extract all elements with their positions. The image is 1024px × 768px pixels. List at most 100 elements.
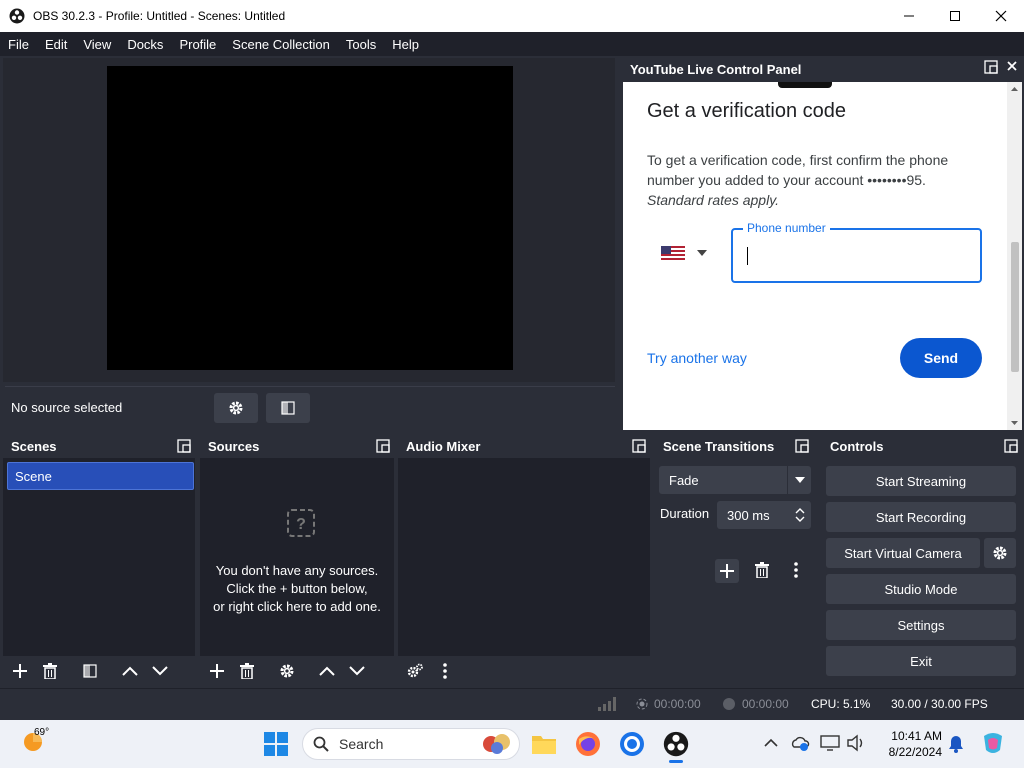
page-top-bar [778, 82, 832, 88]
chevron-up-icon[interactable] [764, 738, 778, 748]
remove-scene-button[interactable] [39, 660, 61, 682]
taskbar-firefox[interactable] [574, 730, 602, 758]
no-source-label: No source selected [11, 400, 123, 415]
spin-down-icon[interactable] [795, 515, 805, 523]
remove-transition-button[interactable] [751, 559, 773, 581]
studio-mode-button[interactable]: Studio Mode [826, 574, 1016, 604]
float-dock-icon[interactable] [984, 60, 998, 74]
move-source-up-button[interactable] [316, 660, 338, 682]
add-scene-button[interactable] [9, 660, 31, 682]
program-preview[interactable] [107, 66, 513, 370]
transition-selected-value: Fade [669, 472, 699, 488]
menu-view[interactable]: View [75, 37, 119, 52]
add-source-button[interactable] [206, 660, 228, 682]
duration-spin-buttons[interactable] [789, 501, 811, 529]
active-app-indicator [669, 760, 683, 763]
duration-spinbox[interactable]: 300 ms [717, 501, 811, 529]
weather-widget[interactable]: 69° [20, 727, 49, 757]
try-another-way-link[interactable]: Try another way [647, 350, 747, 366]
float-dock-icon[interactable] [795, 439, 809, 453]
menu-tools[interactable]: Tools [338, 37, 384, 52]
menu-edit[interactable]: Edit [37, 37, 75, 52]
audio-mixer-dock: Audio Mixer [398, 434, 650, 686]
transition-dropdown-arrow[interactable] [787, 466, 811, 494]
trash-icon [43, 663, 57, 679]
source-filters-button[interactable] [266, 392, 310, 423]
clock-date: 8/22/2024 [888, 745, 942, 759]
move-scene-up-button[interactable] [119, 660, 141, 682]
float-dock-icon[interactable] [1004, 439, 1018, 453]
settings-button[interactable]: Settings [826, 610, 1016, 640]
windows-start-icon[interactable] [264, 732, 288, 756]
send-button[interactable]: Send [900, 338, 982, 378]
copilot-icon[interactable] [980, 730, 1006, 756]
youtube-panel-header: YouTube Live Control Panel [622, 56, 1022, 82]
taskbar-file-explorer[interactable] [530, 730, 558, 758]
close-button[interactable] [978, 0, 1024, 32]
taskbar-chrome[interactable] [618, 730, 646, 758]
menu-help[interactable]: Help [384, 37, 427, 52]
float-dock-icon[interactable] [376, 439, 390, 453]
folder-icon [532, 736, 556, 754]
move-source-down-button[interactable] [346, 660, 368, 682]
text-caret [747, 247, 748, 265]
start-virtual-camera-button[interactable]: Start Virtual Camera [826, 538, 980, 568]
onedrive-sync-icon[interactable] [790, 733, 810, 753]
youtube-control-panel-dock: YouTube Live Control Panel Get a verific… [622, 56, 1022, 432]
source-properties-button[interactable] [214, 392, 258, 423]
stream-icon [636, 698, 648, 710]
start-streaming-button[interactable]: Start Streaming [826, 466, 1016, 496]
scroll-up-icon[interactable] [1007, 84, 1022, 94]
network-icon[interactable] [820, 734, 840, 752]
exit-button[interactable]: Exit [826, 646, 1016, 676]
menu-docks[interactable]: Docks [119, 37, 171, 52]
menu-file[interactable]: File [0, 37, 37, 52]
move-scene-down-button[interactable] [149, 660, 171, 682]
trash-icon [240, 663, 254, 679]
taskbar-obs[interactable] [662, 730, 690, 763]
menu-profile[interactable]: Profile [171, 37, 224, 52]
transition-select[interactable]: Fade [659, 466, 811, 494]
chevron-down-icon [349, 666, 365, 676]
close-dock-icon[interactable] [1006, 60, 1018, 72]
spin-up-icon[interactable] [795, 507, 805, 515]
filter-icon [83, 664, 97, 678]
sources-dock-title: Sources [200, 434, 394, 458]
scene-transitions-dock: Scene Transitions Fade Duration 300 ms [655, 434, 813, 686]
trash-icon [755, 562, 769, 578]
firefox-icon [576, 732, 600, 756]
menu-scene-collection[interactable]: Scene Collection [224, 37, 338, 52]
stream-status: 00:00:00 [636, 697, 701, 711]
start-recording-button[interactable]: Start Recording [826, 502, 1016, 532]
taskbar-search[interactable]: Search [302, 728, 520, 760]
advanced-audio-properties-button[interactable] [404, 660, 426, 682]
scenes-dock-title: Scenes [3, 434, 195, 458]
signal-strength-icon [598, 697, 616, 711]
scrollbar-thumb[interactable] [1011, 242, 1019, 372]
notification-bell-icon[interactable] [948, 735, 964, 753]
taskbar-clock[interactable]: 10:41 AM 8/22/2024 [884, 728, 942, 760]
youtube-panel-scrollbar[interactable] [1007, 82, 1022, 430]
phone-number-input[interactable]: Phone number [731, 221, 982, 283]
audio-mixer-menu-button[interactable] [434, 660, 456, 682]
scroll-down-icon[interactable] [1007, 418, 1022, 428]
sources-title: Sources [208, 438, 260, 454]
scene-name: Scene [15, 468, 52, 484]
virtual-camera-settings-button[interactable] [984, 538, 1016, 568]
chevron-up-icon [319, 666, 335, 676]
transition-properties-button[interactable] [785, 559, 807, 581]
scene-filters-button[interactable] [79, 660, 101, 682]
windows-taskbar: 69° Search 10:41 AM 8/22/2024 [0, 720, 1024, 768]
sources-list[interactable]: ? You don't have any sources. Click the … [200, 458, 394, 686]
volume-icon[interactable] [846, 734, 866, 752]
gear-icon [229, 401, 243, 414]
float-dock-icon[interactable] [177, 439, 191, 453]
country-selector[interactable] [661, 246, 707, 260]
source-properties-button[interactable] [276, 660, 298, 682]
float-dock-icon[interactable] [632, 439, 646, 453]
add-transition-button[interactable] [715, 559, 739, 583]
maximize-button[interactable] [932, 0, 978, 32]
scene-list-item[interactable]: Scene [7, 462, 194, 490]
minimize-button[interactable] [886, 0, 932, 32]
remove-source-button[interactable] [236, 660, 258, 682]
